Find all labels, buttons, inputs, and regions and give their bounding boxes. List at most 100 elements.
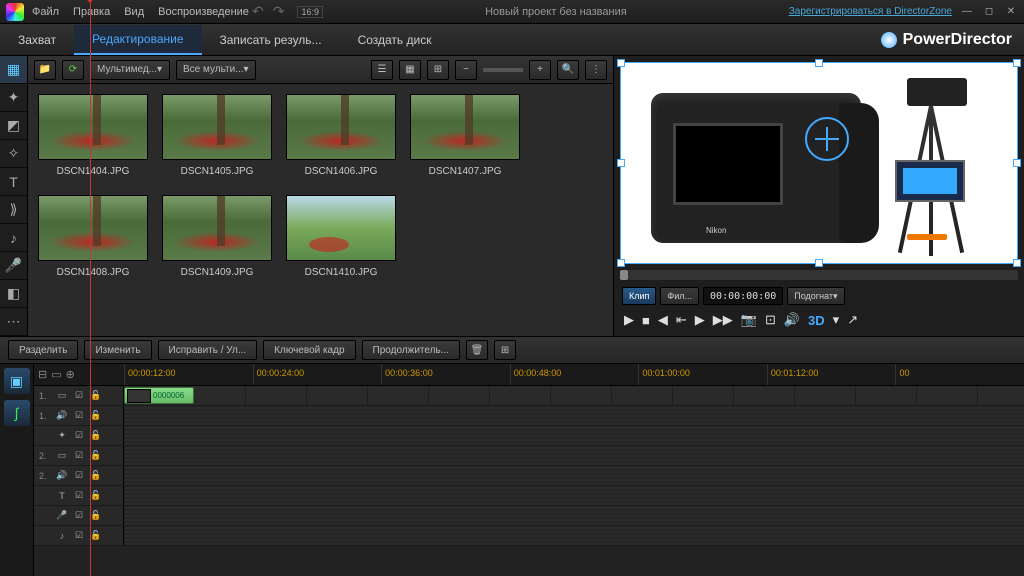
track-lock-toggle[interactable]: 🔓 bbox=[90, 430, 102, 441]
tab-disc[interactable]: Создать диск bbox=[340, 26, 450, 54]
playhead[interactable] bbox=[90, 386, 91, 576]
snapshot-button[interactable]: 📷 bbox=[741, 312, 757, 328]
view-detail-button[interactable]: ⊞ bbox=[427, 60, 449, 80]
track-lock-toggle[interactable]: 🔓 bbox=[90, 470, 102, 481]
track-header[interactable]: 2.🔊☑🔓 bbox=[34, 466, 124, 485]
track-visible-toggle[interactable]: ☑ bbox=[73, 490, 85, 501]
media-thumbnail[interactable]: DSCN1407.JPG bbox=[410, 94, 520, 177]
track-header[interactable]: 2.▭☑🔓 bbox=[34, 446, 124, 465]
track-lane[interactable] bbox=[124, 466, 1024, 485]
timeline-clip[interactable]: 0000006 bbox=[124, 387, 194, 404]
thumb-size-slider[interactable] bbox=[483, 68, 523, 72]
track-lane[interactable] bbox=[124, 426, 1024, 445]
room-particle[interactable]: ✧ bbox=[0, 140, 27, 168]
undo-button[interactable]: ↶ bbox=[252, 3, 264, 19]
tab-capture[interactable]: Захват bbox=[0, 26, 74, 54]
loop-button[interactable]: ⊡ bbox=[765, 312, 776, 328]
view-grid-button[interactable]: ▦ bbox=[399, 60, 421, 80]
media-thumbnail[interactable]: DSCN1406.JPG bbox=[286, 94, 396, 177]
resize-handle[interactable] bbox=[617, 259, 625, 267]
tab-produce[interactable]: Записать резуль... bbox=[202, 26, 340, 54]
track-lane[interactable]: 0000006 bbox=[124, 386, 1024, 405]
track-visible-toggle[interactable]: ☑ bbox=[73, 430, 85, 441]
track-visible-toggle[interactable]: ☑ bbox=[73, 390, 85, 401]
minimize-button[interactable]: — bbox=[960, 6, 974, 18]
resize-handle[interactable] bbox=[617, 59, 625, 67]
next-frame-button[interactable]: ▶▶ bbox=[713, 312, 733, 328]
media-thumbnail[interactable]: DSCN1409.JPG bbox=[162, 195, 272, 278]
timeline-marker-button[interactable]: ∫ bbox=[4, 400, 30, 426]
fit-button[interactable]: Подогнат▾ bbox=[787, 287, 844, 305]
resize-handle[interactable] bbox=[1013, 159, 1021, 167]
duration-button[interactable]: Продолжитель... bbox=[362, 340, 460, 360]
track-add-icon[interactable]: ⊕ bbox=[66, 368, 75, 381]
mode-clip-button[interactable]: Клип bbox=[622, 287, 656, 305]
room-audio[interactable]: ♪ bbox=[0, 224, 27, 252]
resize-handle[interactable] bbox=[1013, 259, 1021, 267]
track-lane[interactable] bbox=[124, 486, 1024, 505]
track-visible-toggle[interactable]: ☑ bbox=[73, 510, 85, 521]
menu-file[interactable]: Файл bbox=[32, 6, 59, 18]
prev-frame-button[interactable]: ◀ bbox=[658, 312, 668, 328]
resize-handle[interactable] bbox=[815, 259, 823, 267]
track-visible-toggle[interactable]: ☑ bbox=[73, 450, 85, 461]
track-header[interactable]: ✦☑🔓 bbox=[34, 426, 124, 445]
undock-button[interactable]: ↗ bbox=[847, 312, 858, 328]
library-filter-dropdown[interactable]: Мультимед... ▾ bbox=[90, 60, 170, 80]
media-thumbnail[interactable]: DSCN1404.JPG bbox=[38, 94, 148, 177]
room-pip[interactable]: ◩ bbox=[0, 112, 27, 140]
download-button[interactable]: ⟳ bbox=[62, 60, 84, 80]
tab-edit[interactable]: Редактирование bbox=[74, 25, 201, 55]
play-button[interactable]: ▶ bbox=[624, 312, 634, 328]
room-transition[interactable]: ⟫ bbox=[0, 196, 27, 224]
import-button[interactable]: 📁 bbox=[34, 60, 56, 80]
track-lock-toggle[interactable]: 🔓 bbox=[90, 450, 102, 461]
track-collapse-icon[interactable]: ⊟ bbox=[38, 368, 47, 381]
stop-button[interactable]: ■ bbox=[642, 313, 650, 328]
track-lock-toggle[interactable]: 🔓 bbox=[90, 410, 102, 421]
room-subtitle[interactable]: ⋯ bbox=[0, 308, 27, 336]
resize-handle[interactable] bbox=[815, 59, 823, 67]
track-lane[interactable] bbox=[124, 406, 1024, 425]
track-lock-toggle[interactable]: 🔓 bbox=[90, 510, 102, 521]
track-lock-toggle[interactable]: 🔓 bbox=[90, 390, 102, 401]
track-header[interactable]: 🎤☑🔓 bbox=[34, 506, 124, 525]
step-fwd-button[interactable]: ▶ bbox=[695, 312, 705, 328]
room-title[interactable]: T bbox=[0, 168, 27, 196]
media-thumbnail[interactable]: DSCN1405.JPG bbox=[162, 94, 272, 177]
track-header[interactable]: 1.🔊☑🔓 bbox=[34, 406, 124, 425]
track-header[interactable]: 1.▭☑🔓 bbox=[34, 386, 124, 405]
track-view-icon[interactable]: ▭ bbox=[51, 368, 61, 381]
view-list-button[interactable]: ☰ bbox=[371, 60, 393, 80]
maximize-button[interactable]: ◻ bbox=[982, 6, 996, 18]
timeline-ruler[interactable]: ⊟ ▭ ⊕ 00:00:12:0000:00:24:0000:00:36:000… bbox=[34, 364, 1024, 386]
track-visible-toggle[interactable]: ☑ bbox=[73, 530, 85, 541]
track-header[interactable]: ♪☑🔓 bbox=[34, 526, 124, 545]
library-media-dropdown[interactable]: Все мульти... ▾ bbox=[176, 60, 256, 80]
split-button[interactable]: Разделить bbox=[8, 340, 78, 360]
preview-canvas[interactable]: Nikon bbox=[620, 62, 1018, 264]
media-thumbnail[interactable]: DSCN1408.JPG bbox=[38, 195, 148, 278]
track-lock-toggle[interactable]: 🔓 bbox=[90, 530, 102, 541]
library-menu-button[interactable]: ⋮ bbox=[585, 60, 607, 80]
room-voice[interactable]: 🎤 bbox=[0, 252, 27, 280]
mode-film-button[interactable]: Фил... bbox=[660, 287, 699, 305]
resize-handle[interactable] bbox=[1013, 59, 1021, 67]
track-visible-toggle[interactable]: ☑ bbox=[73, 470, 85, 481]
keyframe-button[interactable]: Ключевой кадр bbox=[263, 340, 355, 360]
search-icon[interactable]: 🔍 bbox=[557, 60, 579, 80]
track-visible-toggle[interactable]: ☑ bbox=[73, 410, 85, 421]
modify-button[interactable]: Изменить bbox=[84, 340, 151, 360]
track-header[interactable]: T☑🔓 bbox=[34, 486, 124, 505]
step-back-button[interactable]: ⇤ bbox=[676, 312, 687, 328]
scrub-bar[interactable] bbox=[620, 270, 1018, 280]
media-thumbnail[interactable]: DSCN1410.JPG bbox=[286, 195, 396, 278]
track-lane[interactable] bbox=[124, 446, 1024, 465]
delete-button[interactable]: 🗑 bbox=[466, 340, 488, 360]
menu-playback[interactable]: Воспроизведение bbox=[158, 6, 249, 18]
volume-button[interactable]: 🔊 bbox=[784, 312, 800, 328]
room-chapter[interactable]: ◧ bbox=[0, 280, 27, 308]
room-fx[interactable]: ✦ bbox=[0, 84, 27, 112]
zoom-out-button[interactable]: − bbox=[455, 60, 477, 80]
track-lane[interactable] bbox=[124, 526, 1024, 545]
